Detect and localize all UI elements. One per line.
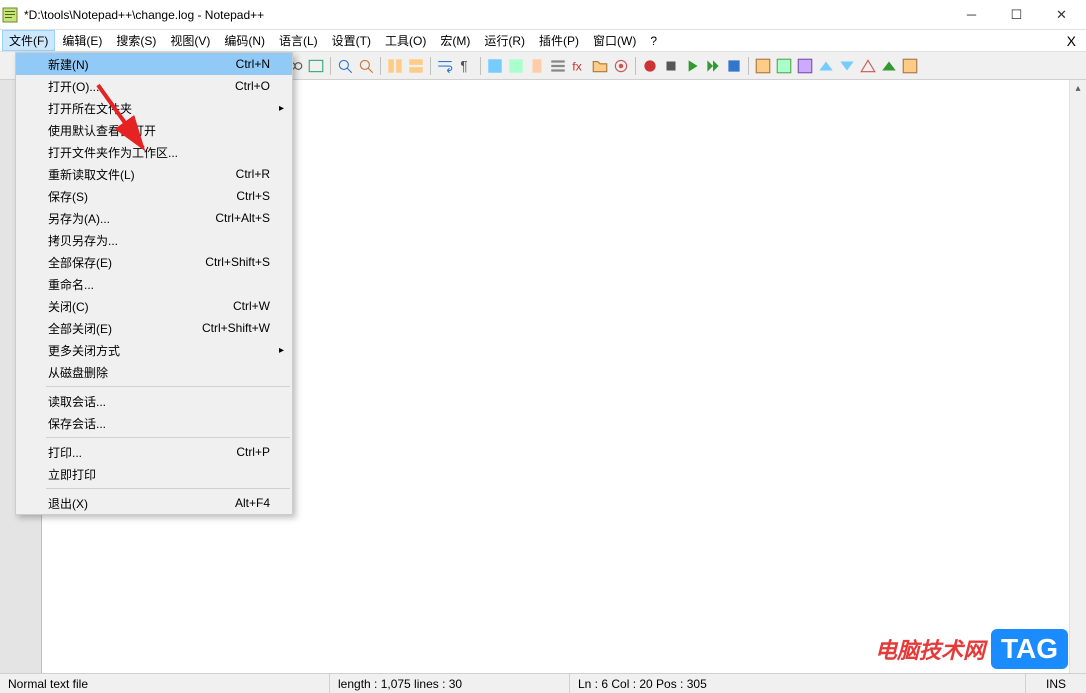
menu-encoding[interactable]: 编码(N): [217, 30, 272, 51]
statusbar: Normal text file length : 1,075 lines : …: [0, 673, 1086, 693]
doc-map-icon[interactable]: [528, 57, 546, 75]
menu-search[interactable]: 搜索(S): [109, 30, 163, 51]
menu-settings[interactable]: 设置(T): [325, 30, 378, 51]
svg-text:fx: fx: [572, 59, 582, 73]
find-replace-icon[interactable]: [307, 57, 325, 75]
tb-icon-6[interactable]: [859, 57, 877, 75]
menu-item[interactable]: 重命名...: [16, 273, 292, 295]
zoom-out-icon[interactable]: [357, 57, 375, 75]
menu-item[interactable]: 退出(X)Alt+F4: [16, 492, 292, 514]
menu-item[interactable]: 保存会话...: [16, 412, 292, 434]
status-length: length : 1,075 lines : 30: [330, 674, 570, 693]
menu-edit[interactable]: 编辑(E): [55, 30, 109, 51]
zoom-in-icon[interactable]: [336, 57, 354, 75]
tb-icon-1[interactable]: [754, 57, 772, 75]
menu-file[interactable]: 文件(F): [2, 30, 55, 51]
menubar: 文件(F) 编辑(E) 搜索(S) 视图(V) 编码(N) 语言(L) 设置(T…: [0, 30, 1086, 52]
menu-item[interactable]: 立即打印: [16, 463, 292, 485]
close-button[interactable]: ✕: [1039, 0, 1084, 29]
menu-item[interactable]: 打开所在文件夹▸: [16, 97, 292, 119]
stop-icon[interactable]: [662, 57, 680, 75]
status-ins: INS: [1026, 674, 1086, 693]
watermark: 电脑技术网 TAG: [875, 629, 1068, 669]
menu-item[interactable]: 重新读取文件(L)Ctrl+R: [16, 163, 292, 185]
menu-item[interactable]: 从磁盘删除: [16, 361, 292, 383]
indent-guide-icon[interactable]: [486, 57, 504, 75]
status-position: Ln : 6 Col : 20 Pos : 305: [570, 674, 1026, 693]
func-list-icon[interactable]: fx: [570, 57, 588, 75]
titlebar: *D:\tools\Notepad++\change.log - Notepad…: [0, 0, 1086, 30]
vertical-scrollbar[interactable]: ▴: [1069, 80, 1086, 673]
monitoring-icon[interactable]: [612, 57, 630, 75]
menu-item[interactable]: 新建(N)Ctrl+N: [16, 53, 292, 75]
menu-item[interactable]: 打开(O)...Ctrl+O: [16, 75, 292, 97]
sync-h-icon[interactable]: [407, 57, 425, 75]
tb-icon-5[interactable]: [838, 57, 856, 75]
menu-item[interactable]: 全部关闭(E)Ctrl+Shift+W: [16, 317, 292, 339]
tb-icon-4[interactable]: [817, 57, 835, 75]
menu-item[interactable]: 使用默认查看器打开: [16, 119, 292, 141]
menubar-close-icon[interactable]: X: [1059, 33, 1084, 49]
menu-item[interactable]: 更多关闭方式▸: [16, 339, 292, 361]
window-title: *D:\tools\Notepad++\change.log - Notepad…: [24, 8, 949, 22]
maximize-button[interactable]: ☐: [994, 0, 1039, 29]
menu-item[interactable]: 全部保存(E)Ctrl+Shift+S: [16, 251, 292, 273]
wordwrap-icon[interactable]: [436, 57, 454, 75]
menu-macro[interactable]: 宏(M): [433, 30, 477, 51]
status-filetype: Normal text file: [0, 674, 330, 693]
menu-item[interactable]: 拷贝另存为...: [16, 229, 292, 251]
chevron-right-icon: ▸: [279, 103, 284, 114]
record-icon[interactable]: [641, 57, 659, 75]
menu-item[interactable]: 保存(S)Ctrl+S: [16, 185, 292, 207]
minimize-button[interactable]: ─: [949, 0, 994, 29]
menu-tools[interactable]: 工具(O): [378, 30, 433, 51]
file-menu-dropdown: 新建(N)Ctrl+N打开(O)...Ctrl+O打开所在文件夹▸使用默认查看器…: [15, 52, 293, 515]
menu-item[interactable]: 打开文件夹作为工作区...: [16, 141, 292, 163]
chevron-right-icon: ▸: [279, 345, 284, 356]
save-macro-icon[interactable]: [725, 57, 743, 75]
ud-lang-icon[interactable]: [507, 57, 525, 75]
sync-v-icon[interactable]: [386, 57, 404, 75]
menu-item[interactable]: 另存为(A)...Ctrl+Alt+S: [16, 207, 292, 229]
menu-help[interactable]: ?: [643, 32, 664, 50]
scroll-up-icon[interactable]: ▴: [1070, 80, 1086, 97]
menu-item[interactable]: 关闭(C)Ctrl+W: [16, 295, 292, 317]
play-icon[interactable]: [683, 57, 701, 75]
tb-icon-7[interactable]: [880, 57, 898, 75]
tb-icon-8[interactable]: [901, 57, 919, 75]
doc-list-icon[interactable]: [549, 57, 567, 75]
watermark-site: 电脑技术网: [875, 633, 985, 665]
tb-icon-3[interactable]: [796, 57, 814, 75]
folder-workspace-icon[interactable]: [591, 57, 609, 75]
tb-icon-2[interactable]: [775, 57, 793, 75]
svg-text:¶: ¶: [460, 58, 467, 73]
menu-item[interactable]: 读取会话...: [16, 390, 292, 412]
menu-item[interactable]: 打印...Ctrl+P: [16, 441, 292, 463]
app-icon: [2, 7, 18, 23]
watermark-tag: TAG: [991, 629, 1068, 669]
menu-plugins[interactable]: 插件(P): [532, 30, 586, 51]
menu-window[interactable]: 窗口(W): [586, 30, 643, 51]
play-multi-icon[interactable]: [704, 57, 722, 75]
menu-language[interactable]: 语言(L): [272, 30, 325, 51]
menu-run[interactable]: 运行(R): [477, 30, 532, 51]
menu-view[interactable]: 视图(V): [163, 30, 217, 51]
show-all-chars-icon[interactable]: ¶: [457, 57, 475, 75]
